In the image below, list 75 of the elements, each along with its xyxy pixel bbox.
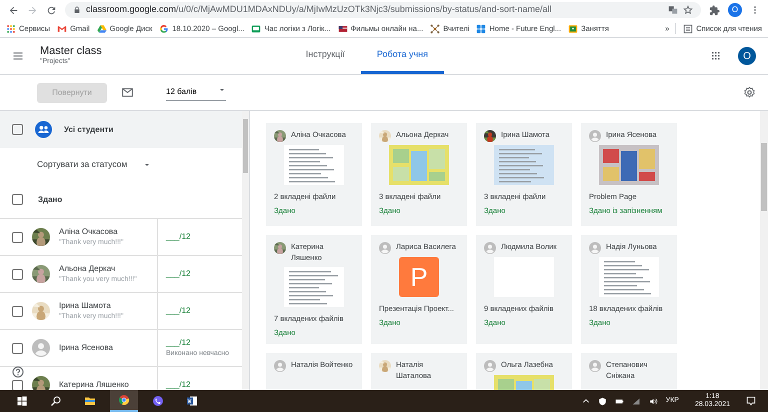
group-label: Здано [38, 194, 62, 206]
student-name[interactable]: Альона Деркач [59, 262, 137, 275]
avatar-icon [32, 339, 50, 357]
menu-icon[interactable] [12, 50, 24, 62]
tab[interactable]: Робота учня [360, 38, 444, 74]
document-thumbnail[interactable] [599, 257, 659, 297]
shield-icon[interactable] [598, 396, 607, 406]
course-title: Master class [40, 44, 102, 57]
avatar-icon [484, 360, 496, 372]
avatar-icon [589, 360, 601, 372]
student-name[interactable]: Аліна Очкасова [59, 226, 124, 238]
folder-icon[interactable] [84, 395, 96, 407]
bookmark-icon [338, 24, 348, 34]
document-thumbnail[interactable] [494, 145, 554, 185]
bookmark-icon [57, 24, 68, 34]
grade-field[interactable]: ___/12 [166, 336, 230, 349]
document-thumbnail[interactable] [284, 145, 344, 185]
grade-field[interactable]: ___/12 [166, 305, 190, 317]
profile-avatar[interactable]: O [728, 3, 742, 17]
avatar-icon [274, 360, 286, 372]
student-name[interactable]: Ірина Ясенова [59, 342, 113, 354]
grade-field[interactable]: ___/12 [166, 379, 190, 390]
document-thumbnail[interactable] [284, 266, 344, 307]
reload-icon[interactable] [46, 4, 57, 16]
mail-icon[interactable] [121, 86, 134, 99]
settings-icon[interactable] [743, 86, 756, 99]
grade-field[interactable]: ___/12 [166, 231, 190, 243]
student-name[interactable]: Катерина Ляшенко [59, 379, 129, 390]
scrollbar[interactable] [242, 111, 249, 390]
apps-icon[interactable] [710, 50, 722, 62]
bookmark-icon [96, 24, 107, 34]
notification-icon[interactable] [746, 396, 756, 406]
help-icon[interactable] [12, 366, 24, 378]
grade-field[interactable]: ___/12 [166, 268, 190, 280]
volume-icon[interactable] [648, 396, 658, 406]
bookmark-icon [430, 24, 440, 34]
avatar-icon [589, 242, 601, 254]
list-icon [683, 24, 694, 34]
checkbox[interactable] [12, 306, 23, 316]
search-icon[interactable] [50, 395, 62, 407]
bookmark-icon [6, 24, 16, 34]
puzzle-icon[interactable] [709, 4, 720, 16]
checkbox[interactable] [12, 194, 23, 205]
scrollbar[interactable] [760, 111, 768, 390]
student-name[interactable]: Ірина Шамота [59, 300, 124, 312]
star-icon[interactable] [683, 5, 693, 15]
all-students-label[interactable]: Усі студенти [64, 124, 114, 136]
people-icon [35, 121, 52, 138]
checkbox[interactable] [12, 232, 23, 242]
sort-dropdown[interactable]: Сортувати за статусом [37, 158, 152, 171]
bookmark-icon [251, 24, 262, 34]
avatar-icon [589, 130, 601, 142]
bookmark-icon [476, 24, 486, 34]
bookmark-icon [159, 24, 170, 34]
lock-icon [73, 6, 81, 14]
checkbox[interactable] [12, 268, 23, 280]
translate-icon[interactable] [668, 5, 678, 15]
phone-bubble-icon[interactable] [152, 395, 164, 407]
back-icon[interactable] [8, 4, 19, 16]
avatar-icon [484, 242, 496, 254]
battery-icon[interactable] [614, 396, 624, 406]
chevron-up-icon[interactable] [582, 397, 590, 405]
address-bar[interactable]: classroom.google.com/u/0/c/MjAwMDU1MDAxNDUy/a/MjIwMzUzOTk3Njc3/submissions/by-status/and-sort-name/all [65, 2, 701, 18]
windows-icon[interactable] [16, 395, 28, 407]
checkbox[interactable] [12, 342, 23, 354]
avatar-icon [379, 242, 391, 254]
browser-icon[interactable] [118, 394, 130, 406]
checkbox[interactable] [12, 124, 23, 135]
tab[interactable]: Інструкції [290, 38, 361, 74]
bookmark-icon [568, 24, 578, 34]
url-text: classroom.google.com/u/0/c/MjAwMDU1MDAxNDUy/a/MjIwMzUzOTk3Njc3/submissions/by-status/and-sort-name/all [86, 3, 552, 16]
caret-icon [218, 86, 226, 94]
document-app-icon[interactable] [186, 395, 198, 407]
points-dropdown[interactable]: 12 балів [166, 84, 226, 101]
account-avatar[interactable]: O [738, 47, 756, 65]
